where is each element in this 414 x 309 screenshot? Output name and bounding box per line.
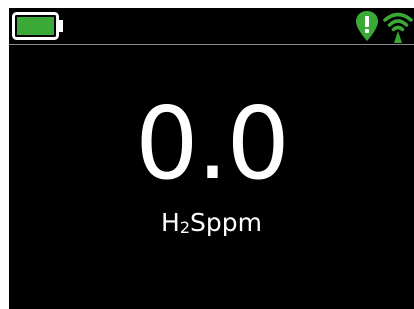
wireless-icon	[383, 12, 413, 43]
unit-prefix: H	[161, 208, 180, 237]
battery-level-fill	[17, 17, 54, 35]
battery-icon	[12, 12, 63, 40]
unit-subscript: 2	[179, 218, 191, 237]
status-divider	[9, 44, 414, 45]
gas-reading-value: 0.0	[134, 85, 290, 202]
status-bar	[9, 8, 414, 44]
gas-unit-label: H2Sppm	[9, 208, 414, 243]
alarm-icon	[356, 11, 378, 41]
detector-display: 0.0 H2Sppm	[9, 8, 414, 309]
unit-suffix: Sppm	[190, 208, 262, 237]
